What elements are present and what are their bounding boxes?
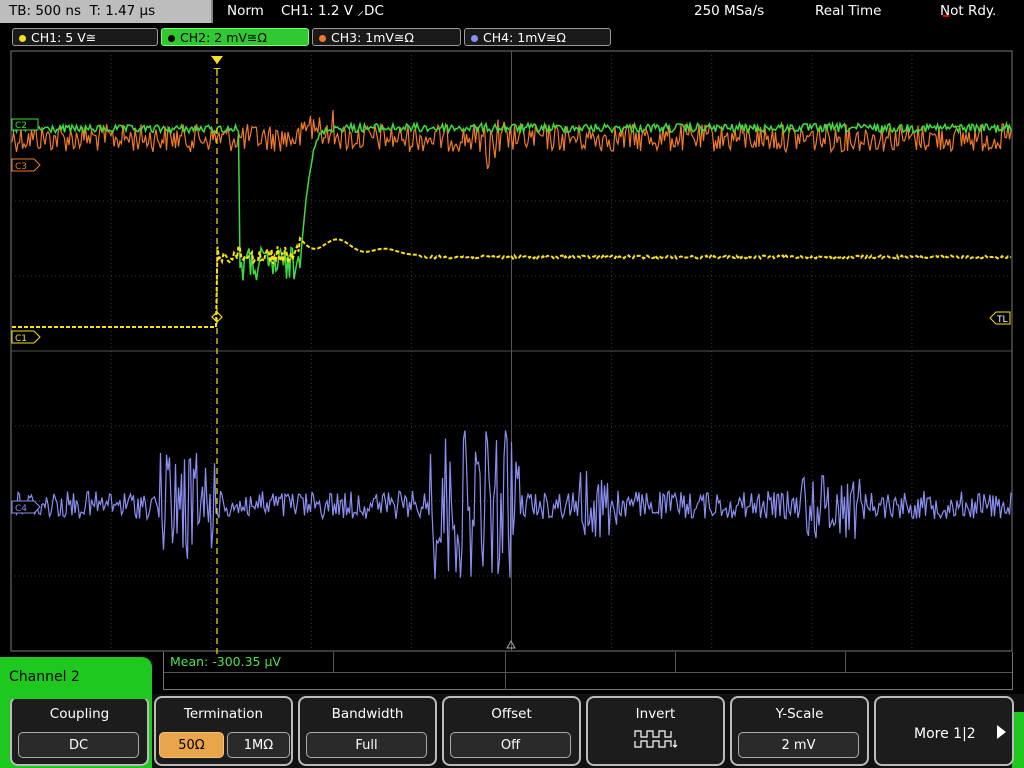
timebase-value: TB: 500 ns: [9, 3, 81, 19]
measurement-panel[interactable]: Mean: -300.35 µV: [163, 652, 1013, 690]
ch3-offset-marker[interactable]: C3: [11, 158, 41, 172]
ch4-marker-label: C4: [15, 504, 27, 514]
coupling-button[interactable]: Coupling DC: [10, 696, 149, 766]
ready-indicator: [943, 15, 949, 17]
tab-ch3[interactable]: CH3: 1mV≅Ω: [312, 28, 461, 46]
ch1-marker-label: C1: [15, 334, 27, 344]
ch3-marker-label: C3: [15, 162, 27, 172]
trigger-time-value: T: 1.47 µs: [89, 3, 156, 19]
ch2-label: CH2: 2 mV≅Ω: [180, 30, 267, 45]
offset-value[interactable]: Off: [450, 732, 571, 758]
more-button[interactable]: More 1|2: [874, 696, 1014, 766]
termination-label: Termination: [183, 706, 264, 722]
trigger-position-icon[interactable]: [211, 56, 223, 64]
offset-label: Offset: [491, 706, 532, 722]
next-arrow-icon: [997, 725, 1006, 739]
ch1-label: CH1: 5 V≅: [31, 30, 97, 45]
ch4-label: CH4: 1mV≅Ω: [483, 30, 566, 45]
yscale-value[interactable]: 2 mV: [738, 732, 859, 758]
trigger-setting[interactable]: CH1: 1.2 V ⸝DC: [281, 0, 384, 23]
coupling-value[interactable]: DC: [18, 732, 139, 758]
ch3-dot-icon: [319, 35, 326, 42]
ready-status: Not Rdy.: [940, 3, 997, 19]
channel-tabs: CH1: 5 V≅ CH2: 2 mV≅Ω CH3: 1mV≅Ω CH4: 1m…: [0, 25, 1024, 49]
tab-ch2[interactable]: CH2: 2 mV≅Ω: [161, 28, 309, 46]
termination-button[interactable]: Termination 50Ω 1MΩ: [154, 696, 293, 766]
ch2-dot-icon: [168, 35, 175, 42]
ch1-dot-icon: [19, 35, 26, 42]
invert-button[interactable]: Invert: [586, 696, 725, 766]
coupling-label: Coupling: [49, 706, 110, 722]
invert-waveform-icon: [634, 730, 678, 748]
tab-ch1[interactable]: CH1: 5 V≅: [12, 28, 158, 46]
termination-1mohm-option[interactable]: 1MΩ: [227, 732, 290, 758]
measure-divider: [333, 652, 334, 672]
yscale-button[interactable]: Y-Scale 2 mV: [730, 696, 869, 766]
bandwidth-label: Bandwidth: [331, 706, 404, 722]
measure-divider: [164, 672, 1012, 673]
softkey-menu: Coupling DC Termination 50Ω 1MΩ Bandwidt…: [0, 689, 1024, 768]
acquisition-mode[interactable]: Real Time: [815, 0, 881, 23]
measure-divider: [845, 652, 846, 672]
yscale-label: Y-Scale: [775, 706, 824, 722]
invert-label: Invert: [635, 706, 676, 722]
ch4-dot-icon: [471, 35, 478, 42]
measure-divider: [675, 652, 676, 672]
bandwidth-value[interactable]: Full: [306, 732, 427, 758]
ch3-label: CH3: 1mV≅Ω: [331, 30, 414, 45]
trigger-level-marker[interactable]: TL: [989, 311, 1011, 325]
bandwidth-button[interactable]: Bandwidth Full: [298, 696, 437, 766]
waveform-display[interactable]: T C2 C3 C1 C4 TL: [0, 50, 1024, 654]
ch2-offset-marker[interactable]: C2: [11, 118, 39, 131]
waveform-svg: T C2 C3 C1 C4 TL: [10, 50, 1013, 654]
menu-title-panel: Channel 2: [0, 657, 152, 699]
menu-title: Channel 2: [9, 669, 80, 685]
trigger-position-label: T: [213, 66, 221, 79]
sample-rate: 250 MSa/s: [694, 3, 765, 19]
timebase-readout[interactable]: TB: 500 ns T: 1.47 µs: [0, 0, 213, 23]
measure-divider: [505, 652, 506, 690]
mean-measurement: Mean: -300.35 µV: [170, 654, 281, 669]
ch2-marker-label: C2: [15, 121, 27, 131]
trigger-level-label: TL: [996, 315, 1008, 325]
termination-50ohm-option[interactable]: 50Ω: [159, 732, 224, 758]
status-bar: TB: 500 ns T: 1.47 µs Norm CH1: 1.2 V ⸝D…: [0, 0, 1024, 24]
more-label: More 1|2: [914, 726, 976, 742]
trigger-mode[interactable]: Norm: [227, 0, 264, 23]
ch1-offset-marker[interactable]: C1: [11, 330, 41, 344]
offset-button[interactable]: Offset Off: [442, 696, 581, 766]
tab-ch4[interactable]: CH4: 1mV≅Ω: [464, 28, 611, 46]
